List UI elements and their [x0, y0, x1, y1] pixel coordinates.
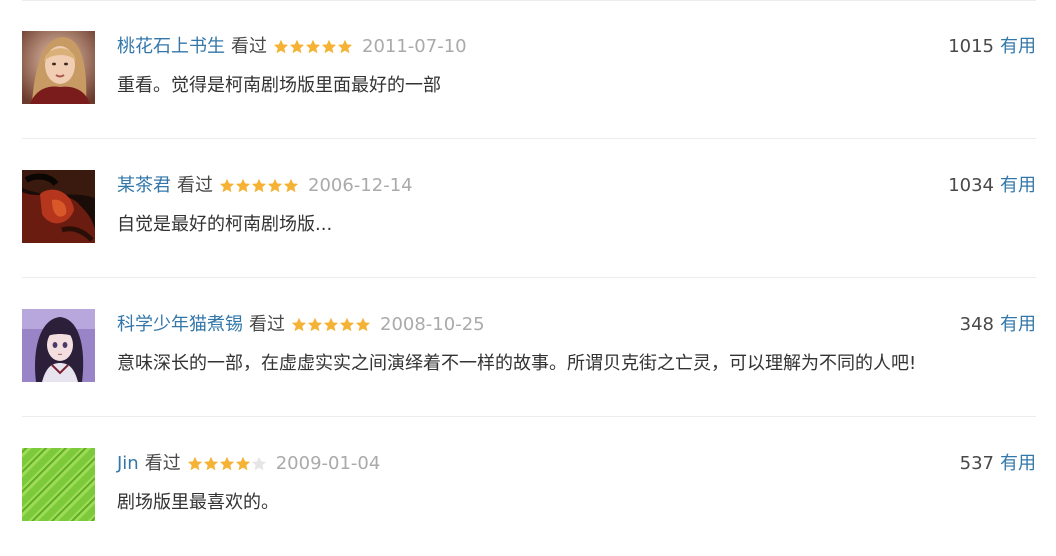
comment-text: 意味深长的一部，在虚虚实实之间演绎着不一样的故事。所谓贝克街之亡灵，可以理解为不… — [117, 353, 917, 374]
comment-text: 自觉是最好的柯南剧场版... — [117, 214, 333, 235]
username-link[interactable]: 桃花石上书生 — [117, 35, 225, 59]
comment-date: 2006-12-14 — [308, 175, 413, 196]
avatar-green-pattern-icon — [22, 448, 95, 521]
user-avatar[interactable] — [22, 170, 95, 243]
comment-text: 重看。觉得是柯南剧场版里面最好的一部 — [117, 75, 441, 96]
comment-item: 桃花石上书生 看过 2011-07-10 1015 有用 重看。觉得是柯南剧场版里… — [22, 0, 1036, 139]
rating-stars — [219, 178, 299, 194]
star-filled-icon — [219, 178, 235, 193]
comment-meta: 某茶君 看过 2006-12-14 — [117, 174, 413, 198]
useful-button[interactable]: 有用 — [1000, 175, 1036, 196]
user-avatar[interactable] — [22, 448, 95, 521]
comment-date: 2009-01-04 — [275, 453, 381, 474]
vote-area: 348 有用 — [960, 313, 1036, 337]
star-filled-icon — [291, 317, 307, 332]
star-filled-icon — [307, 317, 323, 332]
comment-meta: Jin 看过 2009-01-04 — [117, 452, 380, 476]
star-filled-icon — [187, 456, 202, 471]
watch-status: 看过 — [144, 453, 181, 474]
rating-stars — [273, 39, 353, 55]
star-filled-icon — [337, 39, 353, 54]
star-filled-icon — [219, 456, 234, 471]
username-link[interactable]: Jin — [117, 452, 139, 476]
rating-stars — [187, 456, 267, 472]
star-filled-icon — [323, 317, 339, 332]
vote-count: 1015 — [948, 36, 994, 57]
watch-status: 看过 — [177, 175, 213, 196]
star-filled-icon — [283, 178, 299, 193]
star-filled-icon — [305, 39, 321, 54]
star-filled-icon — [203, 456, 218, 471]
useful-button[interactable]: 有用 — [1000, 36, 1036, 57]
comment-date: 2011-07-10 — [362, 36, 467, 57]
star-filled-icon — [273, 39, 289, 54]
username-link[interactable]: 某茶君 — [117, 174, 171, 198]
comment-item: 某茶君 看过 2006-12-14 1034 有用 自觉是最好的柯南剧场版... — [22, 139, 1036, 278]
useful-button[interactable]: 有用 — [1000, 314, 1036, 335]
star-filled-icon — [267, 178, 283, 193]
comment-item: Jin 看过 2009-01-04 537 有用 剧场版里最喜欢的。 — [22, 417, 1036, 556]
vote-area: 1034 有用 — [948, 174, 1036, 198]
vote-area: 1015 有用 — [948, 35, 1036, 59]
useful-button[interactable]: 有用 — [1000, 453, 1036, 474]
rating-stars — [291, 317, 371, 333]
comment-item: 科学少年猫煮锡 看过 2008-10-25 348 有用 意味深长的一部，在虚虚实… — [22, 278, 1036, 417]
avatar-portrait-blonde-woman-icon — [22, 31, 95, 104]
vote-count: 537 — [959, 453, 994, 474]
vote-count: 348 — [959, 314, 994, 335]
vote-area: 537 有用 — [960, 452, 1036, 476]
user-avatar[interactable] — [22, 31, 95, 104]
watch-status: 看过 — [231, 36, 267, 57]
user-avatar[interactable] — [22, 309, 95, 382]
star-filled-icon — [289, 39, 305, 54]
star-filled-icon — [235, 456, 250, 471]
username-link[interactable]: 科学少年猫煮锡 — [117, 313, 243, 337]
comment-date: 2008-10-25 — [380, 314, 485, 335]
avatar-dark-red-portrait-icon — [22, 170, 95, 243]
vote-count: 1034 — [948, 175, 994, 196]
star-filled-icon — [251, 178, 267, 193]
avatar-anime-girl-icon — [22, 309, 95, 382]
star-filled-icon — [339, 317, 355, 332]
star-filled-icon — [355, 317, 371, 332]
star-empty-icon — [251, 456, 266, 471]
comment-text: 剧场版里最喜欢的。 — [117, 492, 279, 513]
comment-meta: 桃花石上书生 看过 2011-07-10 — [117, 35, 467, 59]
watch-status: 看过 — [249, 314, 285, 335]
star-filled-icon — [235, 178, 251, 193]
comment-meta: 科学少年猫煮锡 看过 2008-10-25 — [117, 313, 485, 337]
star-filled-icon — [321, 39, 337, 54]
